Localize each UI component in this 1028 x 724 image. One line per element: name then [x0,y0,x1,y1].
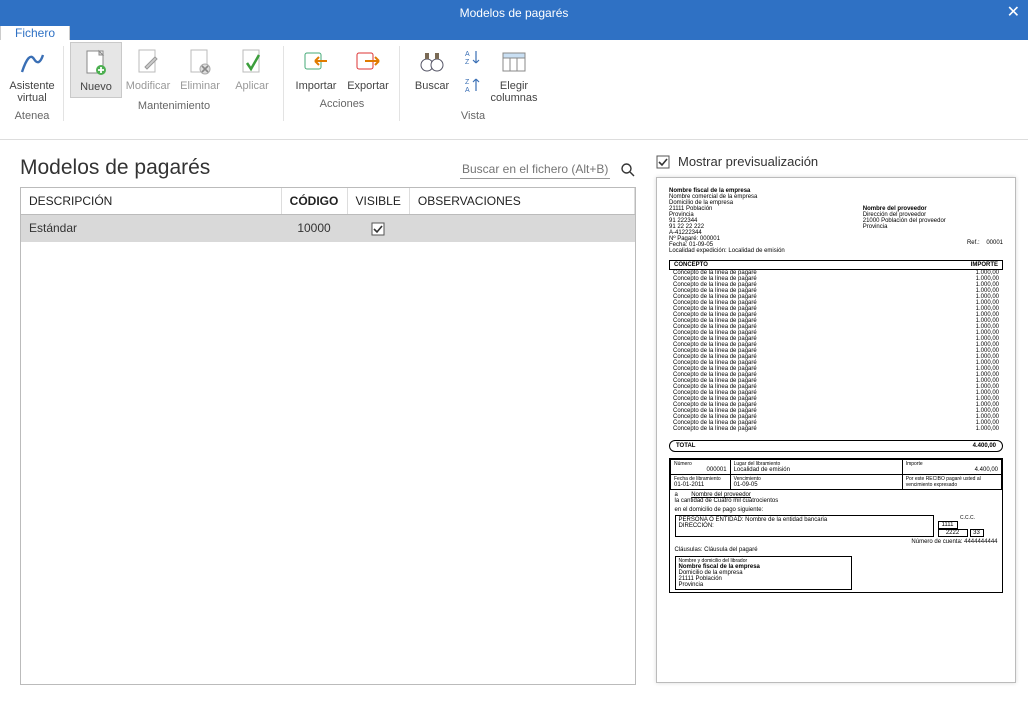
pv-col-importe: IMPORTE [971,262,998,268]
pv-numcuenta-label: Número de cuenta: [911,539,962,545]
elegir-columnas-button[interactable]: Elegir columnas [488,42,540,108]
pv-prov-prov: Provincia [863,224,1003,230]
new-document-icon [80,47,112,79]
nuevo-label: Nuevo [80,81,112,93]
pv-rcpt-lugar: Localidad de emisión [734,467,899,473]
cell-obs [409,215,634,242]
edit-document-icon [132,46,164,78]
search-icon[interactable] [620,162,636,178]
pv-ref-label: Ref.: [967,240,980,246]
group-label-vista: Vista [461,108,485,126]
show-preview-label: Mostrar previsualización [678,154,818,169]
group-label-mant: Mantenimiento [138,98,210,116]
pv-receipt: Número000001 Lugar del libramientoLocali… [669,458,1003,593]
ribbon-group-mantenimiento: Nuevo Modificar Eliminar Aplicar [64,40,284,139]
pv-rcpt-dir: DIRECCIÓN: [679,523,930,529]
cell-code: 10000 [281,215,347,242]
grid: DESCRIPCIÓN CÓDIGO VISIBLE OBSERVACIONES… [20,187,636,685]
aplicar-label: Aplicar [235,80,269,92]
group-label-atenea: Atenea [15,108,50,126]
modificar-button[interactable]: Modificar [122,42,174,98]
asistente-virtual-button[interactable]: Asistente virtual [6,42,58,108]
show-preview-toggle[interactable]: Mostrar previsualización [656,154,1016,169]
import-icon [300,46,332,78]
pv-ref-val: 00001 [986,240,1003,246]
title-bar: Modelos de pagarés ✕ [0,0,1028,26]
pv-rcpt-domlabel: en el domicilio de pago siguiente: [675,507,998,513]
group-label-acc: Acciones [320,96,365,114]
eliminar-label: Eliminar [180,80,220,92]
close-icon[interactable]: ✕ [1007,2,1020,22]
alpha-icon [16,46,48,78]
aplicar-button[interactable]: Aplicar [226,42,278,98]
pv-total-val: 4.400,00 [973,443,996,449]
nuevo-button[interactable]: Nuevo [70,42,122,98]
preview-document: Nombre fiscal de la empresa Nombre comer… [656,177,1016,683]
pv-rcpt-por: Por este RECIBO pagaré usted al vencimie… [902,475,1001,490]
col-observaciones[interactable]: OBSERVACIONES [409,188,634,215]
pv-col-concepto: CONCEPTO [674,262,708,268]
exportar-label: Exportar [347,80,389,92]
pv-lines: Concepto de la línea de pagaré1.000,00Co… [669,270,1003,432]
exportar-button[interactable]: Exportar [342,42,394,96]
pv-rcpt-num: 000001 [674,467,727,473]
tab-strip: Fichero [0,26,1028,40]
pv-total-label: TOTAL [676,443,695,449]
export-icon [352,46,384,78]
checkbox-checked-icon [656,155,670,169]
importar-label: Importar [296,80,337,92]
preview-pane: Mostrar previsualización Nombre fiscal d… [648,140,1028,724]
pv-table-header: CONCEPTO IMPORTE [669,260,1003,270]
elegir-label: Elegir columnas [490,80,537,104]
svg-text:Z: Z [465,59,470,66]
pv-locexp-label: Localidad expedición: [669,248,727,254]
pv-ccc1: 1111 [938,521,958,529]
buscar-label: Buscar [415,80,449,92]
cell-desc: Estándar [21,215,281,242]
ribbon-group-atenea: Asistente virtual Atenea [0,40,64,139]
list-pane: Modelos de pagarés DESCRIPCIÓN CÓDIGO VI… [0,140,648,724]
pv-rcpt-flib: 01-01-2011 [674,482,727,488]
apply-document-icon [236,46,268,78]
grid-header-row: DESCRIPCIÓN CÓDIGO VISIBLE OBSERVACIONES [21,188,635,215]
buscar-button[interactable]: Buscar [406,42,458,108]
pv-rcpt-venc: 01-09-05 [734,482,899,488]
cell-visible [347,215,409,242]
pv-clausulas: Cláusulas: Cláusula del pagaré [675,547,998,553]
pv-numcuenta: 4444444444 [964,539,997,545]
columns-icon [498,46,530,78]
search-input[interactable] [460,160,610,179]
ribbon: Asistente virtual Atenea Nuevo Modificar [0,40,1028,140]
pv-rcpt-imp: 4.400,00 [906,467,998,473]
checkbox-checked-icon [371,222,385,236]
pv-line: Concepto de la línea de pagaré1.000,00 [669,426,1003,432]
col-descripcion[interactable]: DESCRIPCIÓN [21,188,281,215]
col-visible[interactable]: VISIBLE [347,188,409,215]
pv-locexp-val: Localidad de emisión [728,248,784,254]
sort-buttons: AZ ZA [458,42,488,108]
pv-rcpt-cant: la cantidad de Cuatro mil cuatrocientos [675,498,998,504]
col-codigo[interactable]: CÓDIGO [281,188,347,215]
pv-total-row: TOTAL 4.400,00 [669,440,1003,452]
modificar-label: Modificar [126,80,171,92]
table-row[interactable]: Estándar 10000 [21,215,635,242]
binoculars-icon [416,46,448,78]
asistente-label: Asistente virtual [9,80,54,104]
window-title: Modelos de pagarés [460,6,569,20]
ribbon-group-vista: Buscar AZ ZA Elegir columnas Vista [400,40,546,139]
delete-document-icon [184,46,216,78]
svg-text:A: A [465,51,470,58]
pv-firma-prov: Provincia [679,582,849,588]
eliminar-button[interactable]: Eliminar [174,42,226,98]
pv-ccc3: 33 [970,529,984,537]
svg-text:Z: Z [465,79,470,86]
sort-asc-button[interactable]: AZ [462,46,484,68]
content-area: Modelos de pagarés DESCRIPCIÓN CÓDIGO VI… [0,140,1028,724]
sort-desc-button[interactable]: ZA [462,74,484,96]
pv-ccc2: 2222 [938,529,968,537]
svg-text:A: A [465,87,470,94]
ribbon-group-acciones: Importar Exportar Acciones [284,40,400,139]
importar-button[interactable]: Importar [290,42,342,96]
